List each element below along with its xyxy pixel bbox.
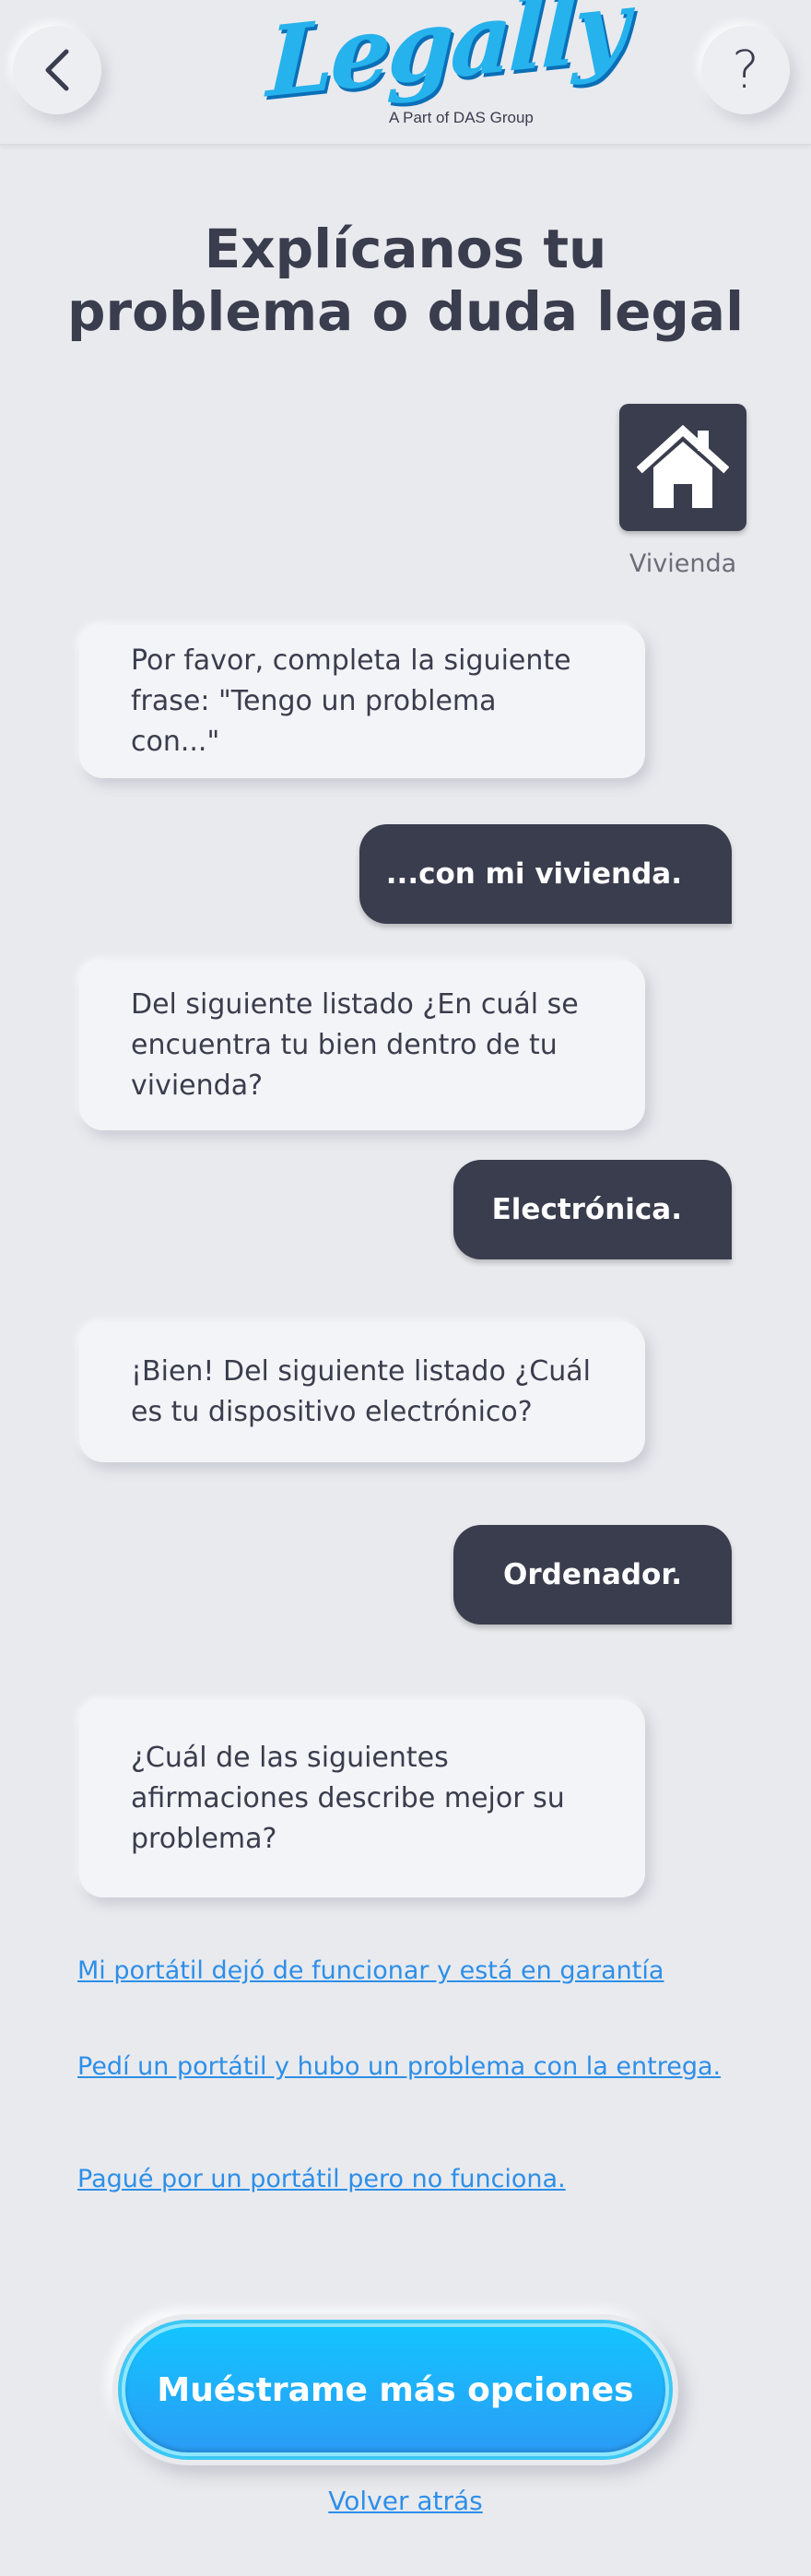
bot-message: Por favor, completa la siguiente frase: … xyxy=(79,625,645,778)
bot-message: ¿Cuál de las siguientes afirmaciones des… xyxy=(79,1700,645,1897)
house-icon xyxy=(637,424,729,508)
back-button[interactable] xyxy=(13,26,101,114)
option-delivery-link[interactable]: Pedí un portátil y hubo un problema con … xyxy=(77,2052,721,2081)
bot-message-text: Del siguiente listado ¿En cuál se encuen… xyxy=(131,988,579,1102)
bot-message-text: ¡Bien! Del siguiente listado ¿Cuál es tu… xyxy=(131,1355,591,1428)
user-message-text: Ordenador. xyxy=(503,1558,682,1591)
category-tile xyxy=(619,404,746,531)
bot-message: Del siguiente listado ¿En cuál se encuen… xyxy=(79,961,645,1130)
user-message-text: Electrónica. xyxy=(491,1193,682,1226)
bot-message-text: Por favor, completa la siguiente frase: … xyxy=(131,644,571,758)
app-header: Legally A Part of DAS Group ? xyxy=(0,0,811,146)
logo-wordmark: Legally xyxy=(264,0,628,120)
bot-message: ¡Bien! Del siguiente listado ¿Cuál es tu… xyxy=(79,1322,645,1462)
help-button[interactable]: ? xyxy=(701,26,790,114)
chevron-left-icon xyxy=(45,49,69,91)
more-options-button[interactable]: Muéstrame más opciones xyxy=(122,2323,669,2456)
page-title: Explícanos tu problema o duda legal xyxy=(67,218,744,343)
help-icon: ? xyxy=(732,40,759,100)
legally-logo: Legally A Part of DAS Group xyxy=(264,0,628,135)
more-options-container: Muéstrame más opciones xyxy=(112,2314,678,2465)
user-message: ...con mi vivienda. xyxy=(359,824,732,924)
user-message-text: ...con mi vivienda. xyxy=(385,857,682,891)
back-link[interactable]: Volver atrás xyxy=(0,2486,811,2516)
logo-subtitle: A Part of DAS Group xyxy=(389,109,534,126)
option-warranty-link[interactable]: Mi portátil dejó de funcionar y está en … xyxy=(77,1956,664,1985)
option-not-working-link[interactable]: Pagué por un portátil pero no funciona. xyxy=(77,2165,566,2193)
user-message: Ordenador. xyxy=(453,1525,732,1625)
user-message: Electrónica. xyxy=(453,1160,732,1259)
category-label: Vivienda xyxy=(629,549,737,578)
bot-message-text: ¿Cuál de las siguientes afirmaciones des… xyxy=(131,1742,565,1855)
